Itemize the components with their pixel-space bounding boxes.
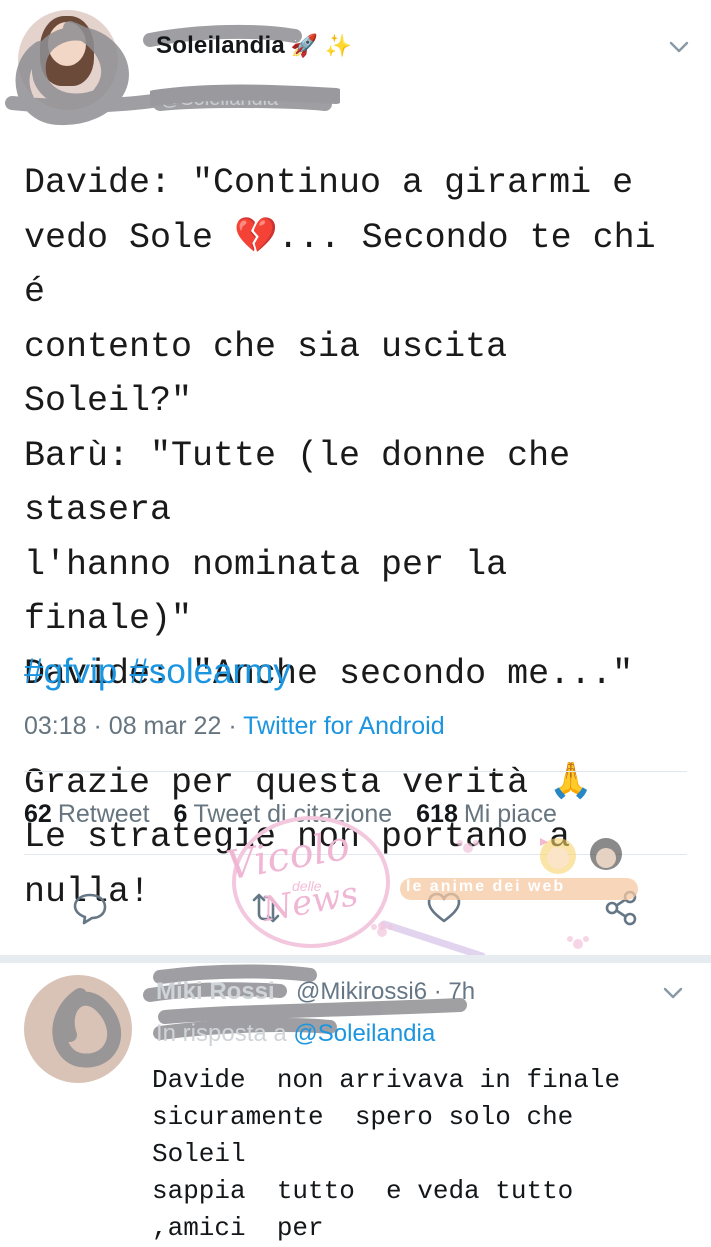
reply-author-handle[interactable]: @Mikirossi6 · 7h: [296, 978, 475, 1006]
divider: [0, 955, 711, 963]
author-name-text: Soleilandia: [156, 32, 285, 59]
tweet-meta: 03:18 · 08 mar 22 · Twitter for Android: [24, 712, 445, 741]
hashtags: #gfvip #solearmy: [24, 645, 303, 699]
retweets-label: Retweet: [57, 800, 150, 828]
reply-menu-chevron-icon[interactable]: [662, 982, 684, 1004]
likes-label: Mi piace: [463, 800, 557, 828]
author-avatar[interactable]: [18, 10, 118, 110]
handle-scribble: [150, 84, 340, 106]
tweet-time: 03:18: [24, 712, 87, 740]
quotes-count: 6: [173, 800, 188, 828]
likes-stat[interactable]: 618 Mi piace: [416, 800, 557, 828]
hashtag-link[interactable]: #solearmy: [129, 652, 290, 691]
retweets-count: 62: [24, 800, 52, 828]
reply-author-avatar[interactable]: [24, 975, 132, 1083]
meta-separator: ·: [93, 712, 102, 740]
watermark-paws-image: [371, 840, 589, 949]
retweets-stat[interactable]: 62 Retweet: [24, 800, 150, 828]
tweet-date: 08 mar 22: [108, 712, 222, 740]
author-name[interactable]: Soleilandia 🚀 ✨: [156, 32, 352, 60]
reply-to-mention[interactable]: @Soleilandia: [293, 1020, 435, 1047]
meta-separator: ·: [228, 712, 237, 740]
reply-to-line: In risposta a @Soleilandia: [156, 1020, 435, 1048]
tweet-client-link[interactable]: Twitter for Android: [243, 712, 444, 740]
author-emoji: 🚀 ✨: [290, 33, 353, 58]
reply-to-prefix: In risposta a: [156, 1020, 287, 1047]
reply-icon[interactable]: [70, 888, 110, 928]
reply-text: Davide non arrivava in finale sicurament…: [152, 1065, 621, 1243]
hashtag-link[interactable]: #gfvip: [24, 652, 117, 691]
likes-count: 618: [416, 800, 458, 828]
reply-author-name[interactable]: Miki Rossi: [156, 978, 275, 1006]
tweet-menu-chevron-icon[interactable]: [668, 36, 690, 58]
divider: [24, 771, 687, 772]
